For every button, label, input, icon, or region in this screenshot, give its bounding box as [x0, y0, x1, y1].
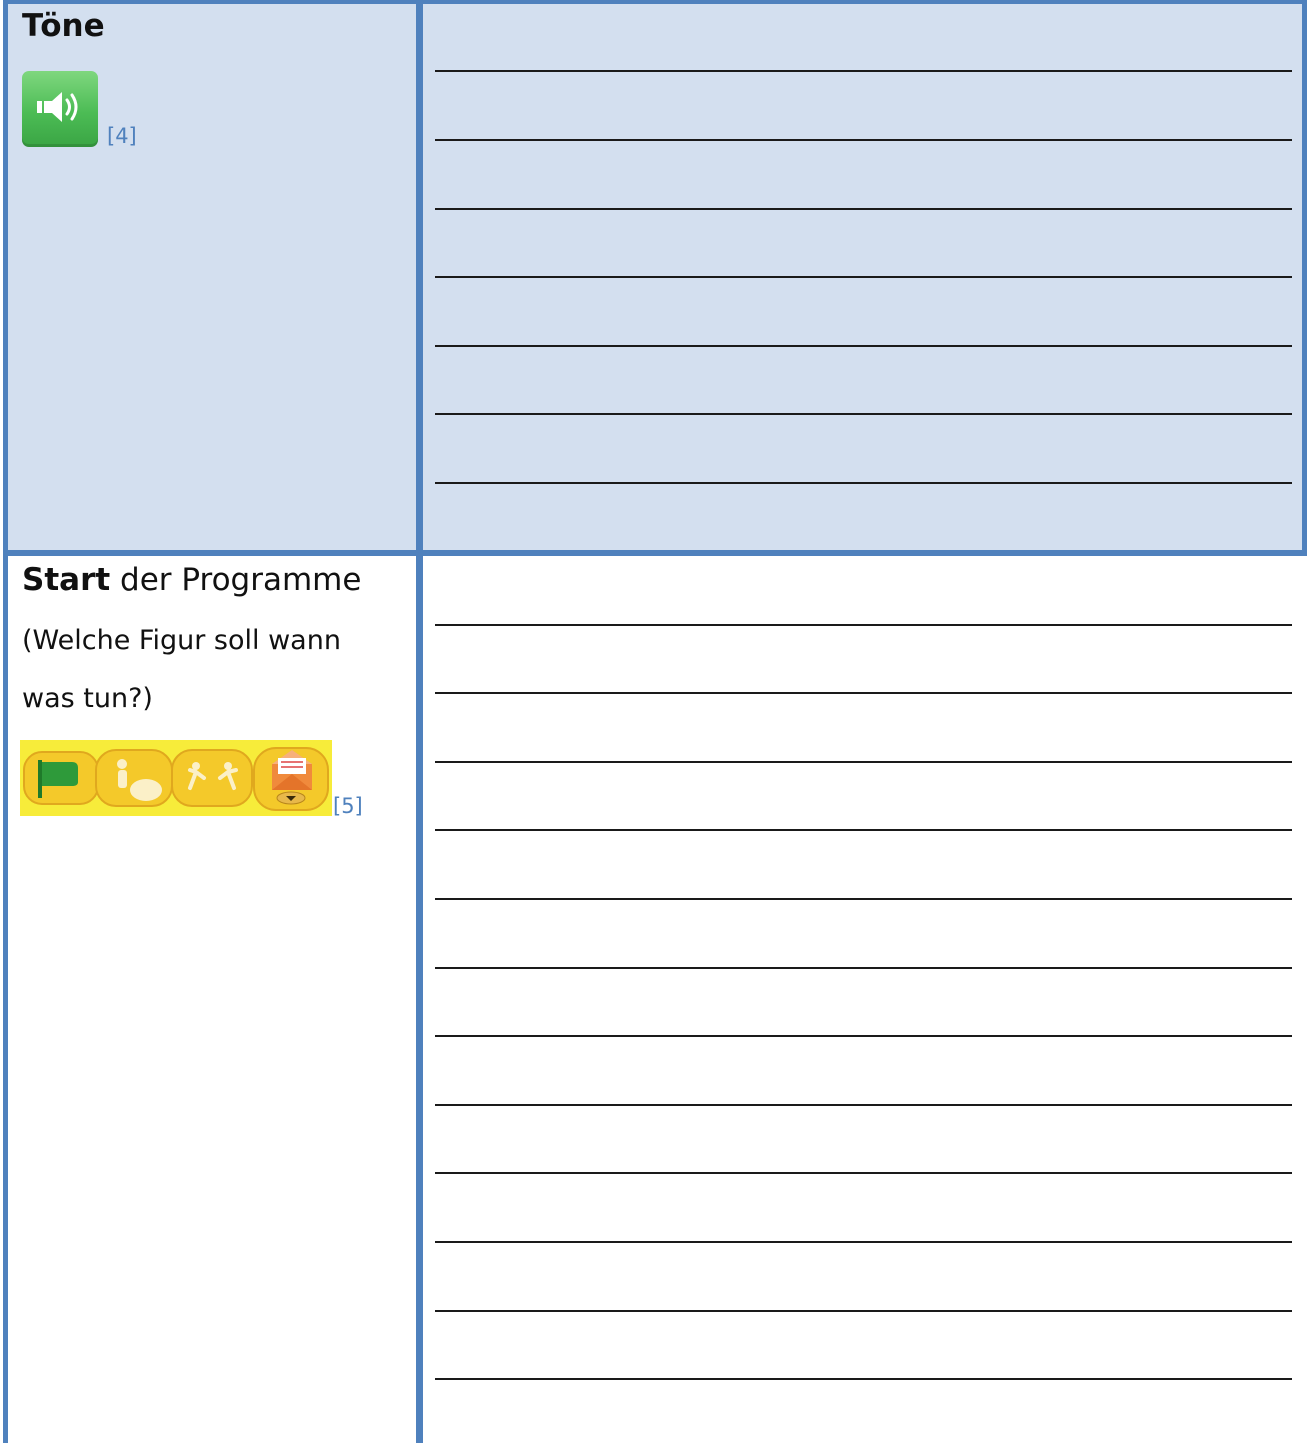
writing-line-toene-7 — [435, 482, 1292, 484]
table-border-left — [3, 0, 8, 1443]
writing-line-start-11 — [435, 1310, 1292, 1312]
writing-line-start-8 — [435, 1104, 1292, 1106]
table-border-right — [1302, 0, 1307, 556]
writing-line-start-5 — [435, 898, 1292, 900]
section-subtitle-line-2: was tun?) — [22, 683, 153, 714]
writing-line-start-10 — [435, 1241, 1292, 1243]
green-flag-icon — [23, 751, 99, 805]
column-divider — [416, 0, 423, 1443]
writing-line-toene-4 — [435, 276, 1292, 278]
writing-line-toene-5 — [435, 345, 1292, 347]
section-title-start-bold: Start — [22, 562, 111, 598]
table-border-top — [3, 0, 1307, 4]
writing-line-start-6 — [435, 967, 1292, 969]
writing-line-start-7 — [435, 1035, 1292, 1037]
trigger-blocks-strip — [20, 740, 332, 816]
writing-line-start-4 — [435, 829, 1292, 831]
worksheet-table: Töne [4] Start der Programme (Welche Fig… — [0, 0, 1307, 1443]
writing-line-toene-1 — [435, 70, 1292, 72]
message-envelope-icon — [253, 747, 329, 811]
writing-line-toene-3 — [435, 208, 1292, 210]
section-title-start: Start der Programme — [22, 560, 361, 600]
writing-line-toene-2 — [435, 139, 1292, 141]
section-title-toene: Töne — [22, 6, 105, 46]
writing-line-toene-6 — [435, 413, 1292, 415]
writing-line-start-3 — [435, 761, 1292, 763]
section-subtitle-line-1: (Welche Figur soll wann — [22, 625, 341, 656]
sound-speaker-icon — [22, 71, 98, 147]
section-title-toene-bold: Töne — [22, 8, 105, 44]
writing-line-start-12 — [435, 1378, 1292, 1380]
reference-4: [4] — [107, 124, 137, 148]
section-title-start-rest: der Programme — [110, 562, 362, 598]
row-divider — [3, 550, 1307, 556]
writing-line-start-1 — [435, 624, 1292, 626]
reference-5: [5] — [333, 794, 363, 818]
writing-line-start-2 — [435, 692, 1292, 694]
writing-line-start-9 — [435, 1172, 1292, 1174]
bump-characters-icon — [171, 749, 253, 807]
tap-character-icon — [95, 749, 173, 807]
